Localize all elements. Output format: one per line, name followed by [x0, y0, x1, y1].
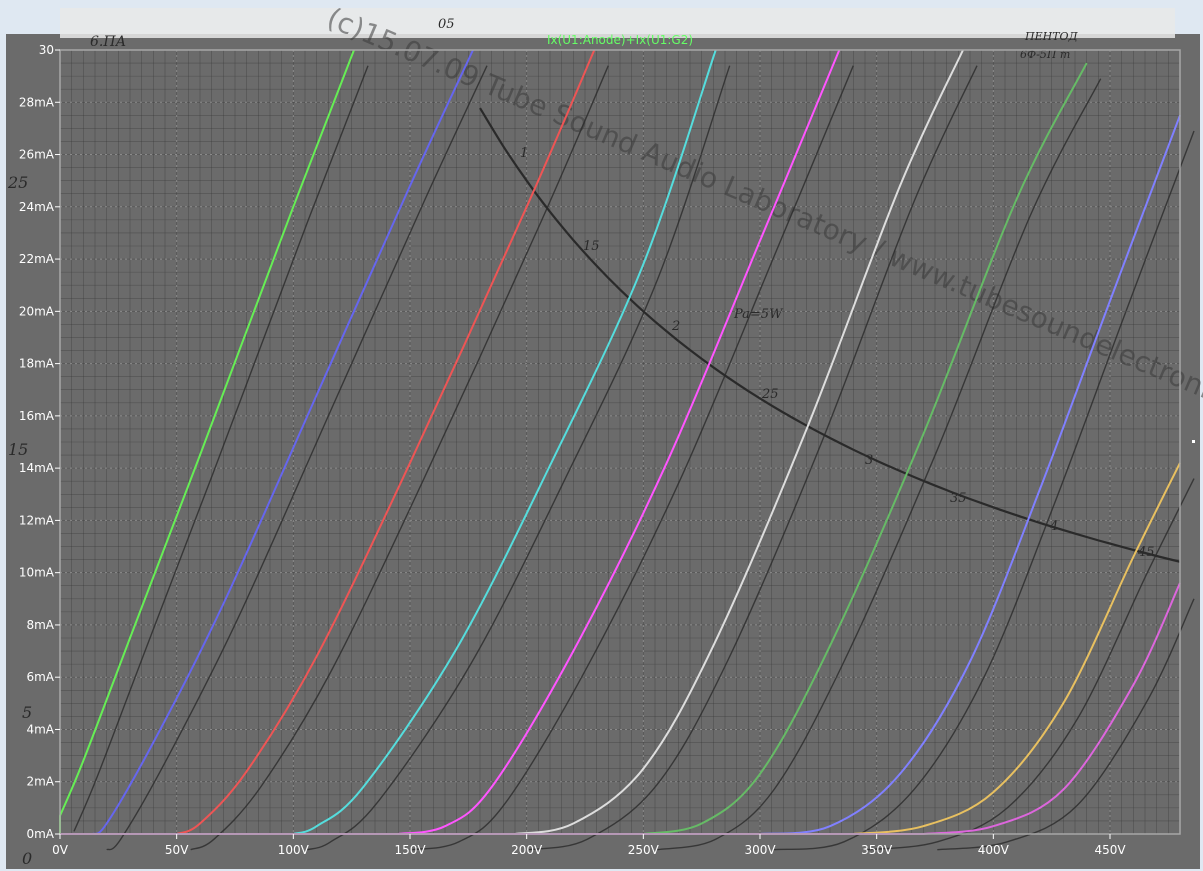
x-tick-label: 350V	[861, 843, 893, 857]
y-tick-label: 10mA	[19, 566, 55, 580]
y-tick-label: 12mA	[19, 513, 55, 527]
scan-label-1: 1	[520, 146, 528, 161]
plate-characteristics-chart: (c)15.07.09 Tube Sound Audio Laboratory …	[0, 0, 1203, 871]
y-tick-label: 24mA	[19, 200, 55, 214]
scan-label-left-15: 15	[8, 440, 28, 459]
scan-label-15: 15	[583, 239, 600, 254]
y-tick-label: 22mA	[19, 252, 55, 266]
scan-label-2: 2	[671, 319, 680, 334]
window-handle	[1192, 440, 1195, 443]
scan-label-left-25: 25	[7, 173, 28, 192]
y-tick-label: 8mA	[26, 618, 54, 632]
scan-label-05: 05	[438, 17, 455, 32]
x-tick-label: 150V	[394, 843, 426, 857]
chart-title: Ix(U1:Anode)+Ix(U1:G2)	[547, 33, 693, 47]
x-tick-label: 250V	[628, 843, 660, 857]
y-tick-label: 30	[39, 43, 54, 57]
scan-label-bottom-0: 0	[22, 849, 32, 868]
scan-label-power: Pa=5W	[733, 307, 784, 322]
x-tick-label: 300V	[744, 843, 776, 857]
x-tick-label: 0V	[52, 843, 69, 857]
y-tick-label: 28mA	[19, 95, 55, 109]
scan-label-left-5: 5	[22, 703, 32, 722]
plot-panel	[6, 34, 1200, 869]
x-tick-label: 200V	[511, 843, 543, 857]
y-tick-label: 2mA	[26, 775, 54, 789]
y-tick-label: 20mA	[19, 304, 55, 318]
y-tick-label: 26mA	[19, 148, 55, 162]
y-tick-label: 4mA	[26, 722, 54, 736]
scan-label-top-left: 6.ПА	[90, 34, 126, 50]
chart-frame: (c)15.07.09 Tube Sound Audio Laboratory …	[0, 0, 1203, 871]
x-tick-label: 450V	[1094, 843, 1126, 857]
scan-label-pentode: ПЕНТОД	[1024, 30, 1079, 43]
y-tick-label: 16mA	[19, 409, 55, 423]
x-tick-label: 100V	[278, 843, 310, 857]
y-tick-label: 14mA	[19, 461, 55, 475]
y-tick-label: 18mA	[19, 357, 55, 371]
x-tick-label: 400V	[978, 843, 1010, 857]
y-tick-label: 6mA	[26, 670, 54, 684]
y-tick-label: 0mA	[26, 827, 54, 841]
x-tick-label: 50V	[165, 843, 189, 857]
fine-grid	[59, 49, 1181, 835]
